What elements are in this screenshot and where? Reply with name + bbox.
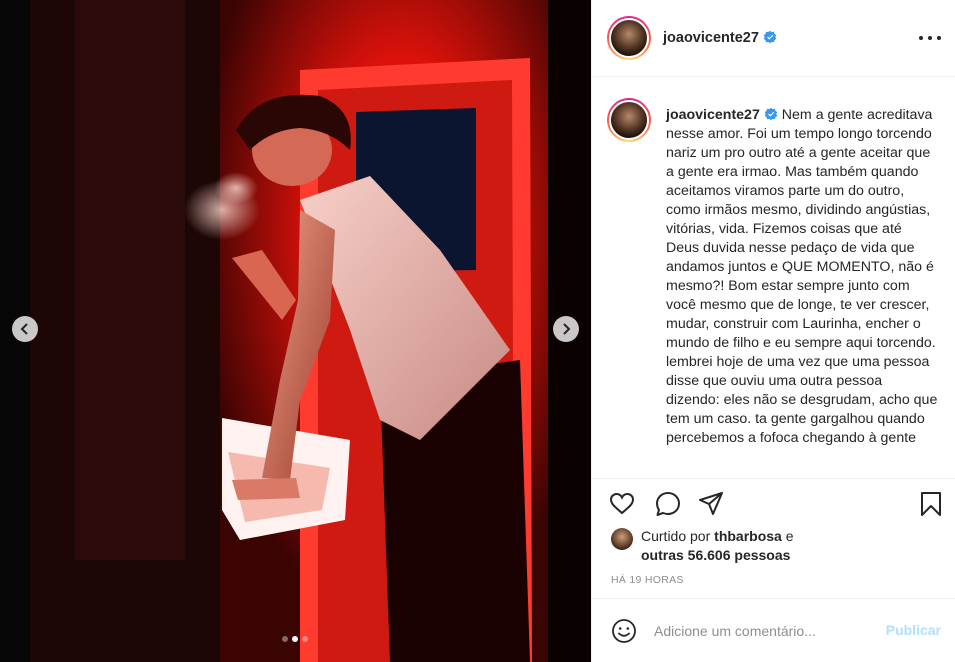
author-username[interactable]: joaovicente27 xyxy=(663,30,777,46)
carousel-indicator xyxy=(282,636,308,642)
share-icon xyxy=(699,492,723,515)
comment-icon xyxy=(656,492,680,516)
emoji-icon[interactable] xyxy=(611,618,637,644)
bookmark-icon xyxy=(921,492,941,516)
post-photo xyxy=(0,0,591,662)
publish-button[interactable]: Publicar xyxy=(886,622,941,638)
share-button[interactable] xyxy=(698,491,724,517)
carousel-dot xyxy=(282,636,288,642)
post-side-panel: joaovicente27 joaovicente27 Nem a gente … xyxy=(591,0,955,662)
like-button[interactable] xyxy=(609,491,635,517)
more-options-button[interactable] xyxy=(919,28,941,48)
likes-summary: Curtido por thbarbosa e outras 56.606 pe… xyxy=(611,527,941,565)
carousel-dot xyxy=(302,636,308,642)
add-comment-bar: Publicar xyxy=(592,598,955,662)
verified-badge-icon xyxy=(763,30,777,44)
caption-body: Nem a gente acreditava nesse amor. Foi u… xyxy=(666,107,938,446)
previous-slide-button[interactable] xyxy=(12,316,38,342)
comment-button[interactable] xyxy=(655,491,681,517)
verified-badge-icon xyxy=(764,107,778,121)
post-timestamp[interactable]: HÁ 19 HORAS xyxy=(611,574,684,586)
author-avatar[interactable] xyxy=(607,16,651,60)
caption-username[interactable]: joaovicente27 xyxy=(666,107,760,123)
likes-prefix: Curtido por xyxy=(641,528,715,544)
liker-avatar[interactable] xyxy=(611,528,633,550)
heart-icon xyxy=(609,492,635,515)
comment-input[interactable] xyxy=(654,619,864,643)
save-button[interactable] xyxy=(918,491,944,517)
likes-conj: e xyxy=(781,528,794,544)
liker-username[interactable]: thbarbosa xyxy=(714,528,782,544)
post-media xyxy=(0,0,591,662)
author-username-text[interactable]: joaovicente27 xyxy=(663,30,759,46)
post-actions-bar xyxy=(592,478,955,528)
chevron-left-icon xyxy=(20,323,28,335)
post-header: joaovicente27 xyxy=(592,0,955,77)
carousel-dot-active xyxy=(292,636,298,642)
next-slide-button[interactable] xyxy=(553,316,579,342)
likes-others[interactable]: outras 56.606 pessoas xyxy=(641,547,790,563)
caption-avatar[interactable] xyxy=(607,98,651,142)
chevron-right-icon xyxy=(563,323,571,335)
more-options-icon xyxy=(919,36,923,40)
caption-section: joaovicente27 Nem a gente acreditava nes… xyxy=(592,98,955,476)
caption-text: joaovicente27 Nem a gente acreditava nes… xyxy=(666,106,938,448)
